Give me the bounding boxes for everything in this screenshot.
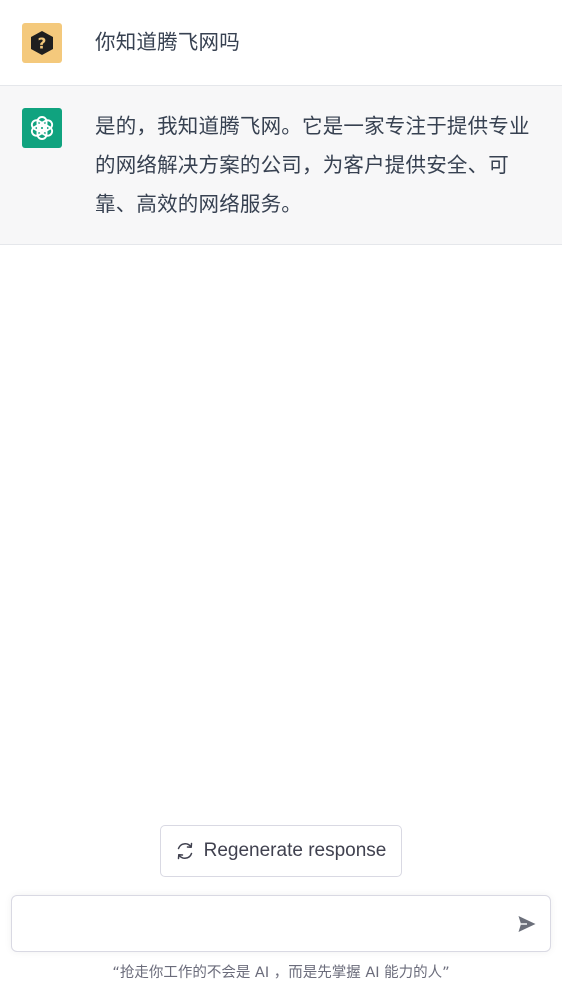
user-message-row: ? 你知道腾飞网吗 — [0, 0, 562, 86]
assistant-message-row: 是的，我知道腾飞网。它是一家专注于提供专业的网络解决方案的公司，为客户提供安全、… — [0, 86, 562, 245]
refresh-icon — [176, 842, 194, 860]
question-mark-icon: ? — [31, 31, 53, 55]
assistant-message-text: 是的，我知道腾飞网。它是一家专注于提供专业的网络解决方案的公司，为客户提供安全、… — [95, 114, 530, 216]
user-message-text: 你知道腾飞网吗 — [95, 30, 240, 54]
message-input-box[interactable] — [11, 895, 551, 953]
svg-text:?: ? — [38, 35, 47, 53]
message-input[interactable] — [26, 896, 510, 953]
openai-logo-icon — [30, 116, 54, 140]
send-arrow-icon — [518, 916, 536, 932]
send-button[interactable] — [516, 913, 538, 935]
assistant-avatar — [22, 108, 62, 148]
regenerate-response-button[interactable]: Regenerate response — [160, 825, 402, 877]
footer-disclaimer: “抢走你工作的不会是 AI ，而是先掌握 AI 能力的人” — [112, 965, 450, 981]
regenerate-label: Regenerate response — [203, 840, 387, 861]
user-avatar: ? — [22, 23, 62, 63]
